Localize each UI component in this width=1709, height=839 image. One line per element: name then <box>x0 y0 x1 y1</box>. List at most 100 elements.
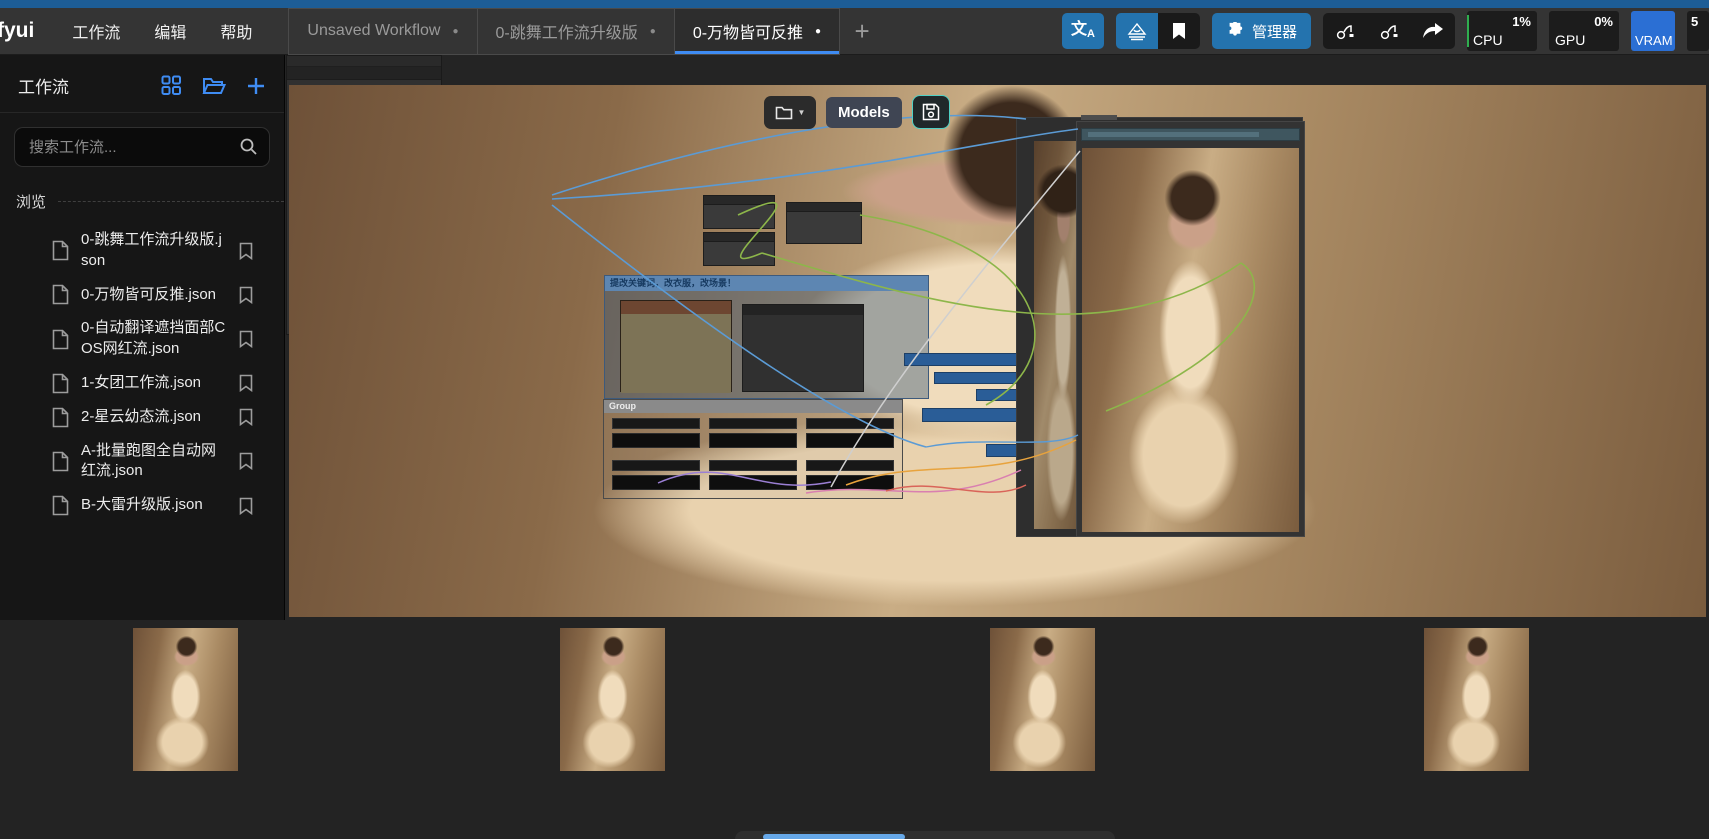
node-title-bar <box>1081 115 1117 120</box>
prompt-group-panel[interactable]: 提改关键词，改衣服，改场景！ <box>604 275 929 399</box>
menubar: fyui 工作流 编辑 帮助 Unsaved Workflow ● 0-跳舞工作… <box>0 8 1709 55</box>
workflow-folder-button[interactable]: ▼ <box>764 96 816 129</box>
browse-section-header[interactable]: 浏览 <box>0 185 284 222</box>
workflows-sidebar: 工作流 浏览 <box>0 55 285 620</box>
search-icon <box>239 137 258 156</box>
comfyui-window: fyui 工作流 编辑 帮助 Unsaved Workflow ● 0-跳舞工作… <box>0 0 1709 839</box>
preview-image-node[interactable] <box>1076 121 1305 537</box>
node-header <box>1081 128 1300 141</box>
vacuum-icon <box>1379 21 1399 41</box>
mini-node[interactable] <box>612 418 700 448</box>
workflow-tabs: Unsaved Workflow ● 0-跳舞工作流升级版 ● 0-万物皆可反推… <box>288 8 884 55</box>
models-button[interactable]: Models <box>826 97 902 128</box>
manager-label: 管理器 <box>1252 21 1297 42</box>
document-icon <box>52 240 69 261</box>
search-input[interactable] <box>14 127 270 167</box>
bookmark-icon[interactable] <box>239 408 253 426</box>
manager-button[interactable]: 管理器 <box>1212 13 1311 49</box>
bookmark-toggle-button[interactable] <box>1158 13 1200 49</box>
bookmark-icon[interactable] <box>239 330 253 348</box>
document-icon <box>52 373 69 394</box>
tab-dance-workflow[interactable]: 0-跳舞工作流升级版 ● <box>478 8 675 55</box>
templates-button[interactable] <box>1116 13 1158 49</box>
bookmark-icon[interactable] <box>239 374 253 392</box>
sidebar-header: 工作流 <box>0 55 284 112</box>
dark-node[interactable] <box>742 304 864 392</box>
vacuum-icon <box>1335 21 1355 41</box>
mini-node[interactable] <box>709 460 797 490</box>
document-icon <box>52 329 69 350</box>
image-gallery-strip <box>0 620 1709 839</box>
result-image-preview <box>1082 148 1299 532</box>
bookmark-icon[interactable] <box>239 242 253 260</box>
sidebar-header-actions <box>161 75 266 96</box>
menu-workflow[interactable]: 工作流 <box>72 19 120 43</box>
list-item[interactable]: A-批量跑图全自动网红流.json <box>0 441 284 482</box>
list-item[interactable]: 1-女团工作流.json <box>0 373 284 394</box>
open-folder-icon[interactable] <box>202 76 226 96</box>
gallery-thumbnail[interactable] <box>560 628 665 771</box>
list-item[interactable]: B-大雷升级版.json <box>0 495 284 516</box>
canvas-toolbar: ▼ Models <box>764 95 950 129</box>
cpu-label: CPU <box>1473 32 1503 48</box>
bookmark-icon[interactable] <box>239 286 253 304</box>
chevron-down-icon: ▼ <box>798 108 806 117</box>
mini-node[interactable] <box>806 418 894 448</box>
mini-node[interactable] <box>612 460 700 490</box>
translate-button[interactable]: 文A <box>1062 13 1104 49</box>
grid-templates-icon[interactable] <box>161 75 182 96</box>
unsaved-dot: ● <box>650 26 656 37</box>
list-item[interactable]: 0-万物皆可反推.json <box>0 284 284 305</box>
group-panel[interactable]: Group <box>603 399 903 499</box>
menu-edit[interactable]: 编辑 <box>154 19 186 43</box>
list-item[interactable]: 2-星云幼态流.json <box>0 407 284 428</box>
workflow-file-name: 0-跳舞工作流升级版.json <box>81 230 227 271</box>
graph-canvas[interactable]: ▼ Models 提改关键词，改衣服，改场景！ <box>286 55 1709 620</box>
save-floppy-icon <box>922 103 940 121</box>
sidebar-divider <box>0 112 284 113</box>
workflow-file-name: 0-自动翻译遮挡面部COS网红流.json <box>81 318 227 359</box>
workflow-file-list: 0-跳舞工作流升级版.json 0-万物皆可反推.json 0-自动翻译遮挡面部… <box>0 222 284 516</box>
save-workflow-button[interactable] <box>912 95 950 129</box>
mountain-icon <box>1126 21 1148 41</box>
unsaved-dot: ● <box>452 26 458 37</box>
mini-node[interactable] <box>709 418 797 448</box>
share-button[interactable] <box>1411 13 1455 49</box>
clear-vram-button[interactable] <box>1323 13 1367 49</box>
clear-models-button[interactable] <box>1367 13 1411 49</box>
source-image-preview <box>289 85 1706 617</box>
gallery-scrollbar-thumb[interactable] <box>763 834 905 839</box>
small-node[interactable] <box>786 202 862 244</box>
vram-label: VRAM <box>1635 33 1673 48</box>
list-item[interactable]: 0-自动翻译遮挡面部COS网红流.json <box>0 318 284 359</box>
document-icon <box>52 495 69 516</box>
gallery-thumbnail[interactable] <box>1424 628 1529 771</box>
tab-reverse-anything[interactable]: 0-万物皆可反推 ● <box>675 8 840 55</box>
share-arrow-icon <box>1422 22 1444 40</box>
tab-label: 0-万物皆可反推 <box>693 19 803 43</box>
tab-unsaved-workflow[interactable]: Unsaved Workflow ● <box>288 8 477 55</box>
tab-label: Unsaved Workflow <box>307 22 440 40</box>
workflow-search <box>14 127 270 167</box>
new-tab-button[interactable]: + <box>840 8 884 55</box>
bookmark-icon[interactable] <box>239 497 253 515</box>
workflow-file-name: 0-万物皆可反推.json <box>81 285 227 306</box>
small-node[interactable] <box>703 195 775 229</box>
gallery-thumbnail[interactable] <box>133 628 238 771</box>
prompt-text-node[interactable] <box>620 300 732 392</box>
new-workflow-plus-icon[interactable] <box>246 76 266 96</box>
gallery-scrollbar-track[interactable] <box>735 831 1115 839</box>
document-icon <box>52 407 69 428</box>
node-header <box>287 56 441 67</box>
app-logo: fyui <box>0 19 34 43</box>
workflow-file-name: 1-女团工作流.json <box>81 373 227 394</box>
small-node[interactable] <box>703 232 775 266</box>
gallery-thumbnail[interactable] <box>990 628 1095 771</box>
load-image-node[interactable] <box>286 55 442 335</box>
menu-help[interactable]: 帮助 <box>220 19 252 43</box>
section-divider <box>58 201 284 202</box>
bookmark-icon[interactable] <box>239 452 253 470</box>
list-item[interactable]: 0-跳舞工作流升级版.json <box>0 230 284 271</box>
mini-node[interactable] <box>806 460 894 490</box>
cpu-usage-tile: 1% CPU <box>1467 11 1537 51</box>
